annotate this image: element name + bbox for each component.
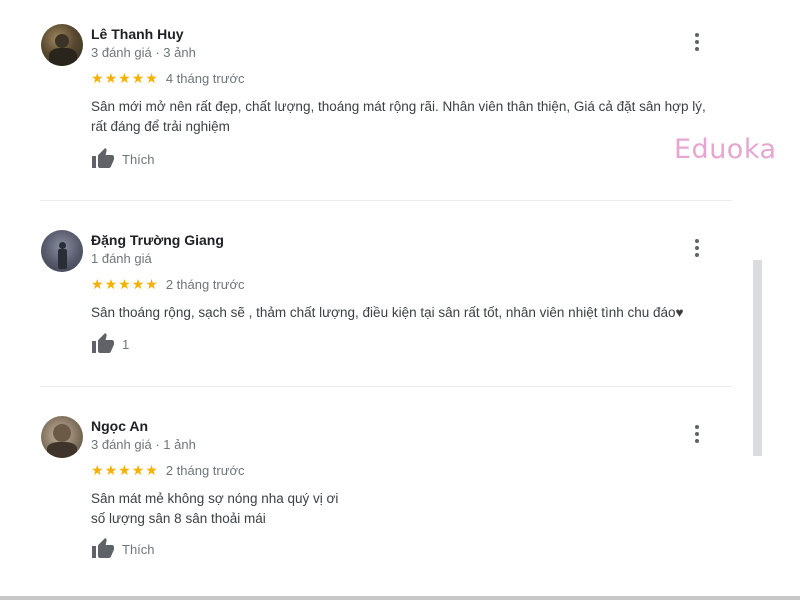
review-date: 4 tháng trước <box>165 70 245 86</box>
review-date: 2 tháng trước <box>165 276 245 292</box>
star-icon: ★ <box>104 462 118 478</box>
star-icon: ★ <box>131 462 145 478</box>
review-text: Sân mới mở nên rất đẹp, chất lượng, thoá… <box>91 97 741 137</box>
thumb-up-icon <box>92 333 114 353</box>
star-icon: ★ <box>91 276 104 292</box>
star-icon: ★ <box>145 276 158 292</box>
reviewer-name[interactable]: Đặng Trường Giang <box>91 232 224 248</box>
scrollbar[interactable] <box>753 260 762 456</box>
more-vert-icon <box>695 239 699 243</box>
star-icon: ★ <box>118 462 131 478</box>
star-icon: ★ <box>118 70 131 86</box>
like-label: Thích <box>122 151 155 167</box>
avatar[interactable] <box>41 230 83 272</box>
like-button[interactable]: Thích <box>91 537 155 561</box>
thumb-up-icon <box>92 148 114 168</box>
more-vert-icon <box>695 47 699 51</box>
star-icon: ★ <box>145 462 158 478</box>
thumb-up-icon <box>92 538 114 558</box>
star-icon: ★ <box>131 70 145 86</box>
more-vert-icon <box>695 425 699 429</box>
watermark-logo: Eduoka <box>674 134 777 165</box>
star-icon: ★ <box>145 70 158 86</box>
review-text-line: Sân mới mở nên rất đẹp, chất lượng, thoá… <box>91 99 706 114</box>
review-card: Ngọc An 3 đánh giá · 1 ảnh ★ ★ ★ ★ ★ 2 t… <box>40 406 732 576</box>
review-text-line: số lượng sân 8 sân thoải mái <box>91 511 266 526</box>
review-text-line: Sân thoáng rộng, sạch sẽ , thảm chất lượ… <box>91 305 684 320</box>
reviewer-meta: 1 đánh giá <box>91 251 152 266</box>
rating-row: ★ ★ ★ ★ ★ 4 tháng trước <box>91 70 244 86</box>
reviewer-name[interactable]: Lê Thanh Huy <box>91 26 184 42</box>
review-date: 2 tháng trước <box>165 462 245 478</box>
like-button[interactable]: 1 <box>91 332 129 356</box>
star-icon: ★ <box>104 276 118 292</box>
more-vert-icon <box>695 33 699 37</box>
star-icon: ★ <box>91 462 104 478</box>
more-vert-icon <box>695 246 699 250</box>
star-icon: ★ <box>104 70 118 86</box>
reviewer-meta: 3 đánh giá · 3 ảnh <box>91 45 196 60</box>
star-icon: ★ <box>91 70 104 86</box>
avatar[interactable] <box>41 24 83 66</box>
review-text-line: Sân mát mẻ không sợ nóng nha quý vị ơi <box>91 491 339 506</box>
more-vert-icon <box>695 253 699 257</box>
avatar[interactable] <box>41 416 83 458</box>
reviewer-meta: 3 đánh giá · 1 ảnh <box>91 437 196 452</box>
more-options-button[interactable] <box>688 236 706 260</box>
reviewer-name[interactable]: Ngọc An <box>91 418 148 434</box>
like-label: Thích <box>122 541 155 557</box>
review-card: Lê Thanh Huy 3 đánh giá · 3 ảnh ★ ★ ★ ★ … <box>40 14 732 201</box>
star-rating: ★ ★ ★ ★ ★ <box>91 463 158 477</box>
like-button[interactable]: Thích <box>91 147 155 171</box>
review-card: Đặng Trường Giang 1 đánh giá ★ ★ ★ ★ ★ 2… <box>40 220 732 387</box>
like-count: 1 <box>122 336 130 352</box>
more-vert-icon <box>695 40 699 44</box>
review-text-line: rất đáng để trải nghiệm <box>91 119 230 134</box>
rating-row: ★ ★ ★ ★ ★ 2 tháng trước <box>91 462 244 478</box>
more-options-button[interactable] <box>688 30 706 54</box>
more-vert-icon <box>695 439 699 443</box>
star-rating: ★ ★ ★ ★ ★ <box>91 71 158 85</box>
more-options-button[interactable] <box>688 422 706 446</box>
star-icon: ★ <box>131 276 145 292</box>
review-text: Sân thoáng rộng, sạch sẽ , thảm chất lượ… <box>91 303 741 323</box>
star-icon: ★ <box>118 276 131 292</box>
review-text: Sân mát mẻ không sợ nóng nha quý vị ơi s… <box>91 489 741 529</box>
star-rating: ★ ★ ★ ★ ★ <box>91 277 158 291</box>
rating-row: ★ ★ ★ ★ ★ 2 tháng trước <box>91 276 244 292</box>
more-vert-icon <box>695 432 699 436</box>
bottom-border <box>0 596 800 600</box>
